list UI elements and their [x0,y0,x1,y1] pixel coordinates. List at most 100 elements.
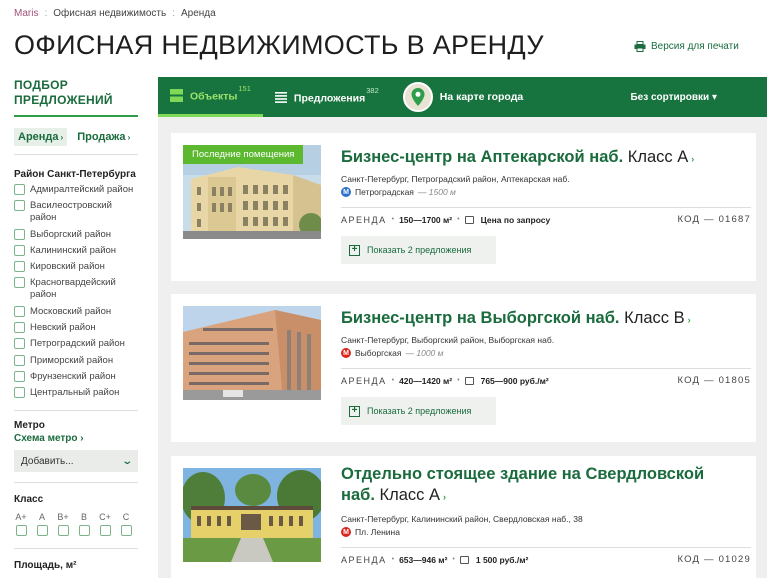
listing-title[interactable]: Бизнес-центр на Выборгской наб. Класс B › [341,308,736,331]
district-item[interactable]: Калининский район [14,244,138,257]
district-label: Красногвардейский район [30,277,116,301]
tab-rent[interactable]: Аренда › [14,128,68,146]
tab-objects[interactable]: Объекты151 [158,77,263,117]
district-item[interactable]: Адмиралтейский район [14,184,138,196]
checkbox[interactable] [57,525,69,536]
checkbox[interactable] [14,338,25,350]
price-value: Цена по запросу [480,214,551,225]
breadcrumb-section[interactable]: Офисная недвижимость [53,8,166,19]
district-item[interactable]: Василеостровский район [14,200,138,224]
object-code: КОД — 01805 [677,375,751,386]
metro-map-link[interactable]: Схема метро › [14,433,84,444]
checkbox[interactable] [15,525,27,536]
checkbox[interactable] [14,370,25,382]
checkbox[interactable] [14,184,25,195]
deal-type-tabs: Аренда › Продажа › [14,128,138,155]
page: Maris : Офисная недвижимость : Аренда ОФ… [0,0,767,578]
price-icon [464,215,474,224]
bullet: • [452,556,455,563]
chevron-right-icon: › [443,492,447,502]
tab-sale[interactable]: Продажа › [73,128,134,146]
metro-icon: М [341,527,351,537]
listing-card: Отдельно стоящее здание на Свердловской … [171,456,756,578]
bullet: • [391,216,395,223]
district-item[interactable]: Красногвардейский район [14,277,138,301]
building-photo[interactable] [183,306,321,400]
chevron-down-icon: ⌄ [120,455,133,467]
listing-title[interactable]: Отдельно стоящее здание на Свердловской … [341,464,736,508]
area-value: 420—1420 м² [399,375,453,386]
chevron-right-icon: › [687,315,691,325]
print-version-link[interactable]: Версия для печати [634,41,739,52]
checkbox[interactable] [78,525,90,536]
checkbox[interactable] [14,354,25,366]
class-option[interactable]: C+ [98,512,112,536]
building-photo[interactable] [183,468,321,562]
metro-icon: М [341,187,351,197]
checkbox[interactable] [14,387,25,399]
class-label: C [122,512,130,522]
chevron-right-icon: › [127,133,131,142]
class-option[interactable]: A [35,512,49,536]
district-label: Василеостровский район [30,200,112,224]
list-icon [274,91,287,103]
price-icon [459,555,469,564]
district-item[interactable]: Кировский район [14,261,138,273]
metro-station: Петроградская [355,187,414,197]
checkbox[interactable] [14,322,25,334]
checkbox[interactable] [99,525,111,536]
chevron-right-icon: › [60,133,64,142]
district-item[interactable]: Выборгский район [14,228,138,241]
grid-icon [170,89,183,102]
district-label: Московский район [30,305,112,317]
checkbox[interactable] [36,525,48,536]
divider [14,482,138,483]
district-item[interactable]: Невский район [14,322,138,334]
tab-map[interactable]: На карте города [391,77,535,117]
sort-dropdown[interactable]: Без сортировки ▾ [630,92,717,103]
metro-select-value: Добавить... [21,455,74,467]
district-item[interactable]: Фрунзенский район [14,370,138,383]
listing-class: Класс B [624,309,685,327]
checkbox[interactable] [14,200,25,212]
district-item[interactable]: Приморский район [14,354,138,367]
sidebar-title: ПОДБОР ПРЕДЛОЖЕНИЙ [14,78,138,117]
class-option[interactable]: C [119,512,133,536]
checkbox[interactable] [14,244,25,256]
checkbox[interactable] [14,277,25,289]
divider [14,410,138,411]
metro-select[interactable]: Добавить... ⌄ [14,450,138,472]
offers-count: 382 [366,85,379,95]
tab-offers[interactable]: Предложения382 [263,77,391,117]
bullet: • [457,377,460,384]
tab-objects-label: Объекты [190,90,238,103]
checkbox[interactable] [120,525,132,536]
checkbox[interactable] [14,305,25,317]
district-item[interactable]: Московский район [14,305,138,318]
show-offers-button[interactable]: + Показать 2 предложения [341,397,496,425]
listing-class: Класс A [627,148,689,166]
district-item[interactable]: Петроградский район [14,338,138,350]
class-option[interactable]: B [77,512,91,536]
checkbox[interactable] [14,228,25,240]
listing-specs: АРЕНДА • 150—1700 м² • Цена по запросу К… [341,207,751,225]
print-version-label: Версия для печати [651,41,739,52]
district-label: Калининский район [30,244,117,256]
checkbox[interactable] [14,261,25,273]
show-offers-button[interactable]: + Показать 2 предложения [341,236,496,264]
district-filter-title: Район Санкт-Петербурга [14,169,136,180]
class-option[interactable]: A+ [14,512,28,536]
listing-name: Бизнес-центр на Выборгской наб. [341,309,620,327]
district-label: Кировский район [30,261,105,273]
district-item[interactable]: Центральный район [14,387,138,399]
plus-icon: + [349,405,360,417]
class-filter: A+ A B+ B C+ C [14,512,133,536]
listing-metro: М Выборгская — 1000 м [341,348,443,358]
class-label: A [38,512,45,522]
class-option[interactable]: B+ [56,512,70,536]
breadcrumb: Maris : Офисная недвижимость : Аренда [14,8,216,19]
breadcrumb-home[interactable]: Maris [14,8,38,19]
listing-title[interactable]: Бизнес-центр на Аптекарской наб. Класс A… [341,147,736,170]
show-offers-label: Показать 2 предложения [367,245,472,255]
tab-rent-label: Аренда [18,131,59,143]
